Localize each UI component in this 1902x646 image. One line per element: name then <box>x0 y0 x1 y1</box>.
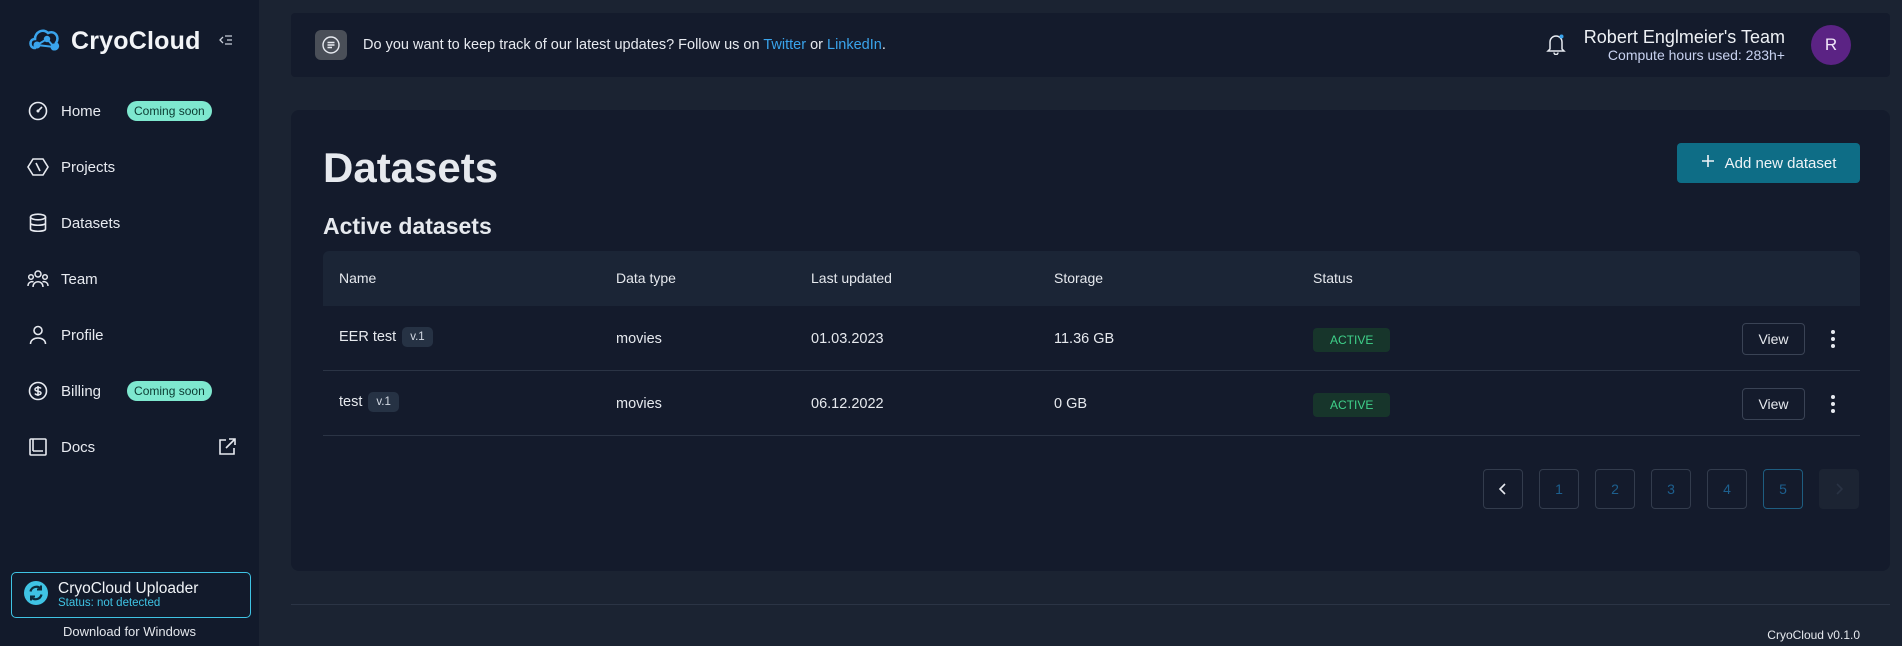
more-options-icon[interactable] <box>1823 393 1843 415</box>
column-header-storage: Storage <box>1054 270 1104 286</box>
sidebar-item-label: Docs <box>61 438 96 456</box>
status-badge: ACTIVE <box>1313 328 1391 352</box>
column-header-last-updated: Last updated <box>811 270 892 286</box>
sidebar-item-docs[interactable]: Docs <box>27 433 237 461</box>
dataset-name: EER test <box>339 329 397 345</box>
sidebar-item-home[interactable]: Home Coming soon <box>27 97 237 125</box>
avatar[interactable]: R <box>1811 25 1851 65</box>
datasets-card: Datasets Add new dataset Active datasets… <box>291 110 1890 571</box>
uploader-status: Status: not detected <box>58 597 161 609</box>
more-options-icon[interactable] <box>1823 328 1843 350</box>
sidebar: CryoCloud Home Coming soon Projects Data… <box>0 0 259 646</box>
add-new-dataset-label: Add new dataset <box>1724 154 1837 172</box>
sync-icon <box>23 580 49 611</box>
notification-bell-icon[interactable] <box>1546 33 1566 60</box>
page-button-5[interactable]: 5 <box>1763 469 1803 509</box>
page-button-3[interactable]: 3 <box>1651 469 1691 509</box>
previous-page-button[interactable] <box>1483 469 1523 509</box>
cryocloud-logo-icon <box>27 24 63 59</box>
datasets-table: Name Data type Last updated Storage Stat… <box>323 251 1860 436</box>
dataset-name-cell: test v.1 <box>339 392 399 412</box>
updates-message-text: Do you want to keep track of our latest … <box>363 37 760 53</box>
next-page-button[interactable] <box>1819 469 1859 509</box>
sidebar-item-label: Datasets <box>61 214 121 232</box>
team-info: Robert Englmeier's Team Compute hours us… <box>1584 27 1785 63</box>
sidebar-item-label: Profile <box>61 326 104 344</box>
coming-soon-badge: Coming soon <box>127 101 212 121</box>
storage-cell: 11.36 GB <box>1054 331 1115 347</box>
version-badge: v.1 <box>402 327 433 347</box>
footer-divider <box>291 604 1890 605</box>
plus-icon <box>1701 154 1715 172</box>
sidebar-item-label: Billing <box>61 382 102 400</box>
collapse-sidebar-icon[interactable] <box>218 32 234 48</box>
news-icon <box>315 30 347 60</box>
table-row[interactable]: test v.1 movies 06.12.2022 0 GB ACTIVE V… <box>323 371 1860 436</box>
sidebar-item-label: Home <box>61 102 102 120</box>
dataset-name-cell: EER test v.1 <box>339 327 433 347</box>
page-title: Datasets <box>323 144 499 191</box>
data-type-cell: movies <box>616 396 662 412</box>
uploader-text: CryoCloud Uploader Status: not detected <box>58 580 198 610</box>
compute-hours: Compute hours used: 283h+ <box>1607 47 1785 63</box>
page-button-2[interactable]: 2 <box>1595 469 1635 509</box>
view-button[interactable]: View <box>1742 388 1805 420</box>
storage-cell: 0 GB <box>1054 396 1088 412</box>
updates-message-or: or <box>810 37 823 53</box>
column-header-status: Status <box>1313 270 1353 286</box>
data-type-cell: movies <box>616 331 662 347</box>
coming-soon-badge: Coming soon <box>127 381 212 401</box>
logo[interactable]: CryoCloud <box>27 24 201 59</box>
linkedin-link[interactable]: LinkedIn <box>827 37 882 53</box>
column-header-name: Name <box>339 270 377 286</box>
updates-message-period: . <box>881 37 886 53</box>
sidebar-item-team[interactable]: Team <box>27 265 237 293</box>
page-button-1[interactable]: 1 <box>1539 469 1579 509</box>
column-header-data-type: Data type <box>616 270 676 286</box>
dataset-name: test <box>339 394 363 410</box>
version-badge: v.1 <box>368 392 399 412</box>
top-bar: Do you want to keep track of our latest … <box>291 13 1890 77</box>
table-row[interactable]: EER test v.1 movies 01.03.2023 11.36 GB … <box>323 306 1860 371</box>
page-button-4[interactable]: 4 <box>1707 469 1747 509</box>
team-name: Robert Englmeier's Team <box>1583 27 1785 47</box>
app-name: CryoCloud <box>71 27 201 55</box>
projects-hexagon-icon <box>27 156 49 178</box>
sidebar-item-datasets[interactable]: Datasets <box>27 209 237 237</box>
pagination: 1 2 3 4 5 <box>1483 469 1859 509</box>
table-header: Name Data type Last updated Storage Stat… <box>323 251 1860 306</box>
dashboard-gauge-icon <box>27 100 49 122</box>
updates-message: Do you want to keep track of our latest … <box>363 37 886 53</box>
user-icon <box>27 324 49 346</box>
twitter-link[interactable]: Twitter <box>763 37 806 53</box>
app-version: CryoCloud v0.1.0 <box>1767 628 1860 642</box>
download-for-windows-link[interactable]: Download for Windows <box>0 624 259 639</box>
billing-coin-icon <box>27 380 49 402</box>
sidebar-item-profile[interactable]: Profile <box>27 321 237 349</box>
sidebar-item-billing[interactable]: Billing Coming soon <box>27 377 237 405</box>
status-badge: ACTIVE <box>1313 393 1391 417</box>
sidebar-item-label: Team <box>61 270 98 288</box>
last-updated-cell: 01.03.2023 <box>811 331 884 347</box>
section-title: Active datasets <box>323 213 492 239</box>
docs-book-icon <box>27 436 49 458</box>
add-new-dataset-button[interactable]: Add new dataset <box>1677 143 1860 183</box>
view-button[interactable]: View <box>1742 323 1805 355</box>
sidebar-item-label: Projects <box>61 158 116 176</box>
sidebar-item-projects[interactable]: Projects <box>27 153 237 181</box>
last-updated-cell: 06.12.2022 <box>811 396 884 412</box>
database-icon <box>27 212 49 234</box>
uploader-title: CryoCloud Uploader <box>58 580 199 597</box>
uploader-status-card[interactable]: CryoCloud Uploader Status: not detected <box>11 572 251 618</box>
external-link-icon <box>217 437 237 462</box>
team-people-icon <box>27 268 49 290</box>
